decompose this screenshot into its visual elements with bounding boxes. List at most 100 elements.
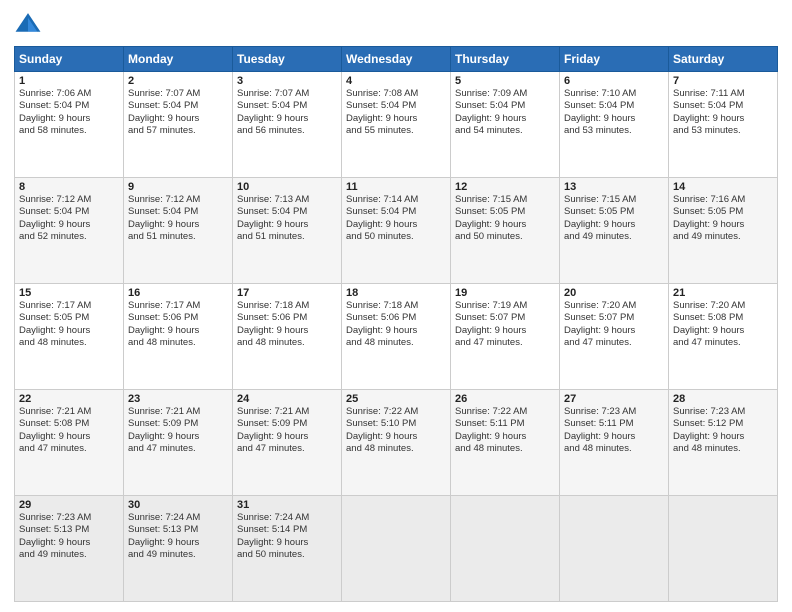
cell-info-line: Daylight: 9 hours and 50 minutes.	[237, 537, 337, 562]
cell-info-line: Sunrise: 7:13 AM	[237, 194, 337, 206]
calendar-week-row: 22Sunrise: 7:21 AMSunset: 5:08 PMDayligh…	[15, 390, 778, 496]
cell-info-line: Sunset: 5:04 PM	[19, 100, 119, 112]
cell-info-line: Sunrise: 7:15 AM	[564, 194, 664, 206]
cell-info-line: Daylight: 9 hours and 48 minutes.	[19, 325, 119, 350]
weekday-header: Thursday	[451, 47, 560, 72]
calendar-cell: 17Sunrise: 7:18 AMSunset: 5:06 PMDayligh…	[233, 284, 342, 390]
cell-info-line: Sunrise: 7:19 AM	[455, 300, 555, 312]
cell-info-line: Sunset: 5:08 PM	[673, 312, 773, 324]
day-number: 6	[564, 75, 664, 87]
cell-info-line: Daylight: 9 hours and 52 minutes.	[19, 219, 119, 244]
calendar-week-row: 29Sunrise: 7:23 AMSunset: 5:13 PMDayligh…	[15, 496, 778, 602]
cell-info-line: Sunrise: 7:24 AM	[237, 512, 337, 524]
cell-info-line: Sunrise: 7:09 AM	[455, 88, 555, 100]
calendar-week-row: 1Sunrise: 7:06 AMSunset: 5:04 PMDaylight…	[15, 72, 778, 178]
calendar-cell: 30Sunrise: 7:24 AMSunset: 5:13 PMDayligh…	[124, 496, 233, 602]
day-number: 10	[237, 181, 337, 193]
cell-info-line: Daylight: 9 hours and 48 minutes.	[128, 325, 228, 350]
cell-info-line: Sunset: 5:04 PM	[346, 206, 446, 218]
calendar-cell: 15Sunrise: 7:17 AMSunset: 5:05 PMDayligh…	[15, 284, 124, 390]
calendar-cell: 24Sunrise: 7:21 AMSunset: 5:09 PMDayligh…	[233, 390, 342, 496]
calendar-cell	[451, 496, 560, 602]
cell-info-line: Daylight: 9 hours and 50 minutes.	[346, 219, 446, 244]
calendar-cell: 2Sunrise: 7:07 AMSunset: 5:04 PMDaylight…	[124, 72, 233, 178]
cell-info-line: Sunrise: 7:21 AM	[19, 406, 119, 418]
cell-info-line: Sunrise: 7:17 AM	[19, 300, 119, 312]
cell-info-line: Daylight: 9 hours and 48 minutes.	[455, 431, 555, 456]
calendar-cell: 18Sunrise: 7:18 AMSunset: 5:06 PMDayligh…	[342, 284, 451, 390]
weekday-header-row: SundayMondayTuesdayWednesdayThursdayFrid…	[15, 47, 778, 72]
calendar-cell: 26Sunrise: 7:22 AMSunset: 5:11 PMDayligh…	[451, 390, 560, 496]
calendar-cell: 7Sunrise: 7:11 AMSunset: 5:04 PMDaylight…	[669, 72, 778, 178]
cell-info-line: Daylight: 9 hours and 47 minutes.	[673, 325, 773, 350]
calendar-cell: 6Sunrise: 7:10 AMSunset: 5:04 PMDaylight…	[560, 72, 669, 178]
cell-info-line: Sunset: 5:11 PM	[564, 418, 664, 430]
day-number: 5	[455, 75, 555, 87]
cell-info-line: Sunset: 5:09 PM	[128, 418, 228, 430]
cell-info-line: Sunrise: 7:08 AM	[346, 88, 446, 100]
cell-info-line: Daylight: 9 hours and 48 minutes.	[346, 325, 446, 350]
cell-info-line: Daylight: 9 hours and 55 minutes.	[346, 113, 446, 138]
cell-info-line: Sunrise: 7:23 AM	[673, 406, 773, 418]
cell-info-line: Daylight: 9 hours and 48 minutes.	[564, 431, 664, 456]
cell-info-line: Sunrise: 7:18 AM	[237, 300, 337, 312]
cell-info-line: Sunset: 5:04 PM	[237, 206, 337, 218]
calendar-cell: 10Sunrise: 7:13 AMSunset: 5:04 PMDayligh…	[233, 178, 342, 284]
cell-info-line: Sunset: 5:13 PM	[19, 524, 119, 536]
cell-info-line: Daylight: 9 hours and 57 minutes.	[128, 113, 228, 138]
cell-info-line: Daylight: 9 hours and 47 minutes.	[237, 431, 337, 456]
calendar-week-row: 8Sunrise: 7:12 AMSunset: 5:04 PMDaylight…	[15, 178, 778, 284]
cell-info-line: Daylight: 9 hours and 51 minutes.	[237, 219, 337, 244]
day-number: 22	[19, 393, 119, 405]
cell-info-line: Daylight: 9 hours and 53 minutes.	[564, 113, 664, 138]
calendar-cell: 8Sunrise: 7:12 AMSunset: 5:04 PMDaylight…	[15, 178, 124, 284]
day-number: 18	[346, 287, 446, 299]
calendar-cell: 22Sunrise: 7:21 AMSunset: 5:08 PMDayligh…	[15, 390, 124, 496]
day-number: 23	[128, 393, 228, 405]
weekday-header: Tuesday	[233, 47, 342, 72]
day-number: 4	[346, 75, 446, 87]
cell-info-line: Daylight: 9 hours and 48 minutes.	[237, 325, 337, 350]
cell-info-line: Daylight: 9 hours and 47 minutes.	[455, 325, 555, 350]
day-number: 12	[455, 181, 555, 193]
cell-info-line: Sunset: 5:04 PM	[346, 100, 446, 112]
cell-info-line: Sunset: 5:04 PM	[19, 206, 119, 218]
cell-info-line: Sunset: 5:04 PM	[237, 100, 337, 112]
day-number: 31	[237, 499, 337, 511]
day-number: 9	[128, 181, 228, 193]
cell-info-line: Sunset: 5:11 PM	[455, 418, 555, 430]
cell-info-line: Sunrise: 7:12 AM	[128, 194, 228, 206]
cell-info-line: Sunrise: 7:24 AM	[128, 512, 228, 524]
weekday-header: Wednesday	[342, 47, 451, 72]
day-number: 28	[673, 393, 773, 405]
day-number: 1	[19, 75, 119, 87]
calendar-cell: 3Sunrise: 7:07 AMSunset: 5:04 PMDaylight…	[233, 72, 342, 178]
calendar-cell: 11Sunrise: 7:14 AMSunset: 5:04 PMDayligh…	[342, 178, 451, 284]
cell-info-line: Sunrise: 7:20 AM	[564, 300, 664, 312]
calendar-cell: 12Sunrise: 7:15 AMSunset: 5:05 PMDayligh…	[451, 178, 560, 284]
weekday-header: Sunday	[15, 47, 124, 72]
cell-info-line: Sunset: 5:12 PM	[673, 418, 773, 430]
calendar-cell: 1Sunrise: 7:06 AMSunset: 5:04 PMDaylight…	[15, 72, 124, 178]
day-number: 8	[19, 181, 119, 193]
cell-info-line: Sunrise: 7:07 AM	[128, 88, 228, 100]
cell-info-line: Sunrise: 7:18 AM	[346, 300, 446, 312]
cell-info-line: Sunrise: 7:20 AM	[673, 300, 773, 312]
day-number: 16	[128, 287, 228, 299]
cell-info-line: Sunrise: 7:21 AM	[128, 406, 228, 418]
calendar-cell: 23Sunrise: 7:21 AMSunset: 5:09 PMDayligh…	[124, 390, 233, 496]
calendar-week-row: 15Sunrise: 7:17 AMSunset: 5:05 PMDayligh…	[15, 284, 778, 390]
cell-info-line: Sunrise: 7:22 AM	[455, 406, 555, 418]
day-number: 19	[455, 287, 555, 299]
cell-info-line: Sunset: 5:04 PM	[455, 100, 555, 112]
calendar-cell: 4Sunrise: 7:08 AMSunset: 5:04 PMDaylight…	[342, 72, 451, 178]
cell-info-line: Sunset: 5:06 PM	[237, 312, 337, 324]
cell-info-line: Sunset: 5:14 PM	[237, 524, 337, 536]
cell-info-line: Daylight: 9 hours and 48 minutes.	[673, 431, 773, 456]
cell-info-line: Sunrise: 7:23 AM	[19, 512, 119, 524]
cell-info-line: Sunset: 5:07 PM	[455, 312, 555, 324]
cell-info-line: Sunset: 5:04 PM	[564, 100, 664, 112]
day-number: 27	[564, 393, 664, 405]
calendar-cell: 31Sunrise: 7:24 AMSunset: 5:14 PMDayligh…	[233, 496, 342, 602]
day-number: 25	[346, 393, 446, 405]
